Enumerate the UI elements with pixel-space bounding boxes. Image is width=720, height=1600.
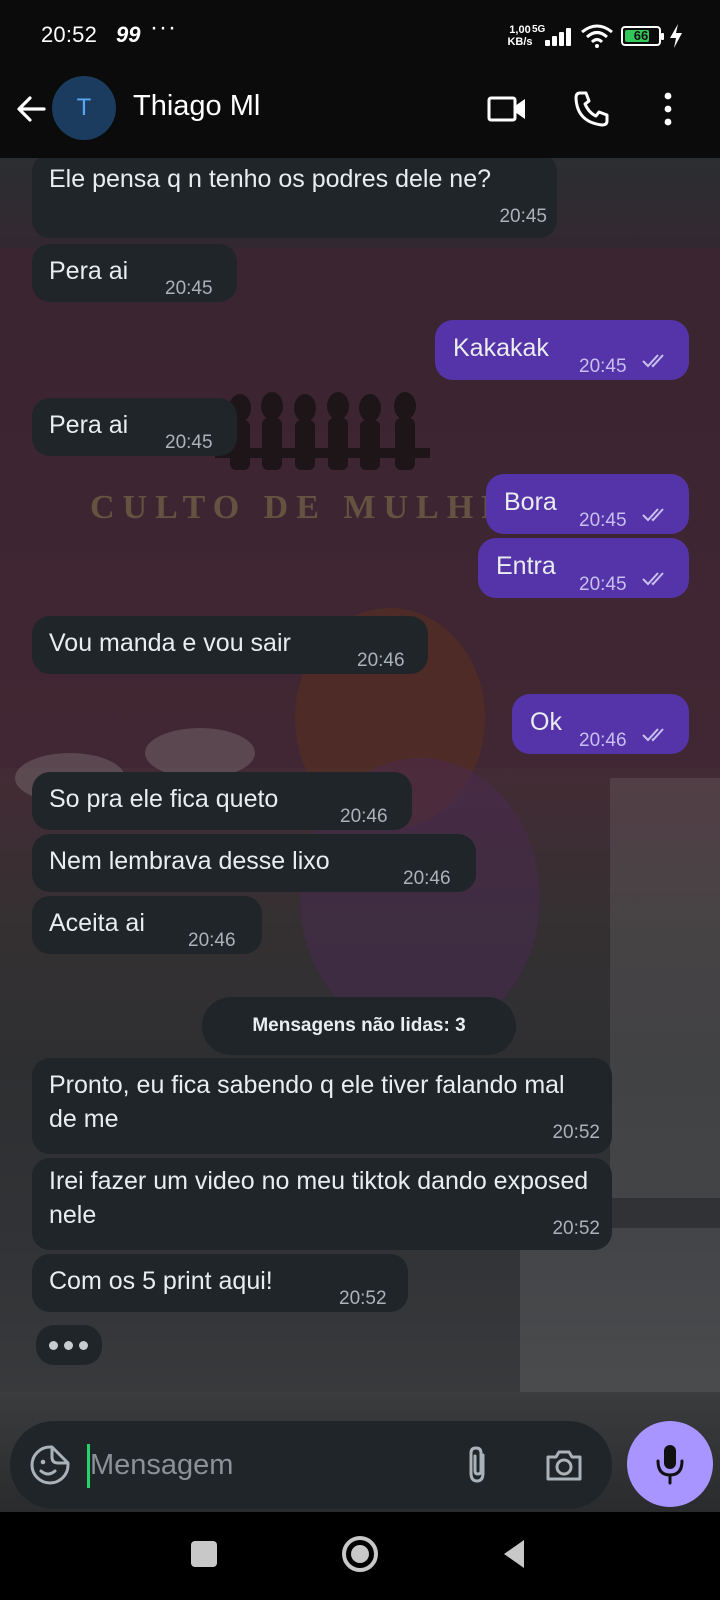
message-time: 20:52 bbox=[552, 1218, 600, 1239]
message-bubble-outgoing[interactable]: Kakakak 20:45 bbox=[435, 320, 689, 380]
message-time: 20:46 bbox=[340, 806, 388, 827]
message-bubble-incoming[interactable]: Nem lembrava desse lixo 20:46 bbox=[32, 834, 476, 892]
message-text: Nem lembrava desse lixo bbox=[49, 847, 330, 875]
notification-badge: 99 bbox=[116, 22, 141, 47]
message-input[interactable] bbox=[90, 1435, 450, 1495]
mic-icon bbox=[656, 1445, 684, 1485]
message-text: Bora bbox=[504, 488, 557, 516]
voice-message-button[interactable] bbox=[627, 1421, 713, 1507]
message-bubble-incoming[interactable]: Ele pensa q n tenho os podres dele ne? 2… bbox=[32, 158, 557, 238]
message-text: Entra bbox=[496, 552, 556, 580]
message-bubble-incoming[interactable]: Vou manda e vou sair 20:46 bbox=[32, 616, 428, 674]
message-time: 20:45 bbox=[499, 206, 547, 227]
chat-header: T Thiago Ml bbox=[0, 72, 720, 158]
message-time: 20:46 bbox=[403, 868, 451, 889]
more-notifications-icon: ··· bbox=[150, 14, 177, 41]
status-time: 20:52 bbox=[41, 22, 98, 47]
message-text: Com os 5 print aqui! bbox=[49, 1267, 273, 1295]
message-bubble-incoming[interactable]: Pronto, eu fica sabendo q ele tiver fala… bbox=[32, 1058, 612, 1154]
nav-home-icon[interactable] bbox=[338, 1532, 382, 1576]
message-text: Irei fazer um video no meu tiktok dando … bbox=[49, 1167, 589, 1229]
message-time: 20:45 bbox=[579, 574, 627, 595]
sticker-icon[interactable] bbox=[28, 1443, 72, 1487]
message-bubble-incoming[interactable]: Aceita ai 20:46 bbox=[32, 896, 262, 954]
message-bubble-incoming[interactable]: Pera ai 20:45 bbox=[32, 398, 237, 456]
avatar[interactable]: T bbox=[52, 76, 116, 140]
typing-dot bbox=[49, 1341, 58, 1350]
message-bubble-outgoing[interactable]: Bora 20:45 bbox=[486, 474, 689, 534]
message-bubble-incoming[interactable]: So pra ele fica queto 20:46 bbox=[32, 772, 412, 830]
message-time: 20:45 bbox=[165, 278, 213, 299]
contact-name[interactable]: Thiago Ml bbox=[133, 90, 260, 123]
message-bubble-outgoing[interactable]: Entra 20:45 bbox=[478, 538, 689, 598]
phone-icon[interactable] bbox=[568, 86, 614, 132]
wifi-icon bbox=[581, 24, 613, 48]
message-bubble-incoming[interactable]: Irei fazer um video no meu tiktok dando … bbox=[32, 1158, 612, 1250]
message-time: 20:46 bbox=[357, 650, 405, 671]
camera-icon[interactable] bbox=[542, 1443, 586, 1487]
message-text: Pronto, eu fica sabendo q ele tiver fala… bbox=[49, 1071, 565, 1133]
back-arrow-icon[interactable] bbox=[10, 86, 56, 132]
signal-icon bbox=[545, 28, 573, 46]
nav-recents-icon[interactable] bbox=[182, 1532, 226, 1576]
read-receipt-icon bbox=[642, 354, 664, 368]
nav-back-icon[interactable] bbox=[494, 1532, 538, 1576]
message-text: So pra ele fica queto bbox=[49, 785, 279, 813]
battery-level: 66 bbox=[633, 28, 649, 43]
more-vertical-icon[interactable] bbox=[645, 86, 691, 132]
read-receipt-icon bbox=[642, 572, 664, 586]
message-bubble-incoming[interactable]: Com os 5 print aqui! 20:52 bbox=[32, 1254, 408, 1312]
typing-indicator bbox=[36, 1325, 102, 1365]
message-time: 20:46 bbox=[188, 930, 236, 951]
message-time: 20:45 bbox=[165, 432, 213, 453]
battery-icon: 66 bbox=[621, 26, 664, 46]
message-composer bbox=[10, 1421, 612, 1509]
system-navigation-bar bbox=[0, 1512, 720, 1600]
message-text: Ok bbox=[530, 708, 562, 736]
composer-bar bbox=[0, 1392, 720, 1512]
message-text: Pera ai bbox=[49, 257, 129, 285]
message-time: 20:45 bbox=[579, 510, 627, 531]
message-text: Kakakak bbox=[453, 334, 549, 362]
read-receipt-icon bbox=[642, 728, 664, 742]
message-list[interactable]: CULTO DE MULHERES Ele pensa q n tenho os… bbox=[0, 158, 720, 1422]
read-receipt-icon bbox=[642, 508, 664, 522]
paperclip-icon[interactable] bbox=[458, 1443, 498, 1487]
message-bubble-incoming[interactable]: Pera ai 20:45 bbox=[32, 244, 237, 302]
message-bubble-outgoing[interactable]: Ok 20:46 bbox=[512, 694, 689, 754]
message-text: Aceita ai bbox=[49, 909, 145, 937]
typing-dot bbox=[79, 1341, 88, 1350]
message-time: 20:45 bbox=[579, 356, 627, 377]
typing-dot bbox=[64, 1341, 73, 1350]
message-time: 20:52 bbox=[552, 1122, 600, 1143]
unread-messages-divider: Mensagens não lidas: 3 bbox=[202, 997, 516, 1055]
status-bar: 20:52 99 ··· 1,00 KB/s 5G 66 bbox=[0, 0, 720, 72]
message-text: Ele pensa q n tenho os podres dele ne? bbox=[49, 165, 492, 193]
message-text: Vou manda e vou sair bbox=[49, 629, 291, 657]
network-type: 5G bbox=[532, 24, 546, 35]
message-time: 20:52 bbox=[339, 1288, 387, 1309]
message-text: Pera ai bbox=[49, 411, 129, 439]
charging-icon bbox=[670, 24, 682, 48]
video-call-icon[interactable] bbox=[485, 86, 531, 132]
message-time: 20:46 bbox=[579, 730, 627, 751]
